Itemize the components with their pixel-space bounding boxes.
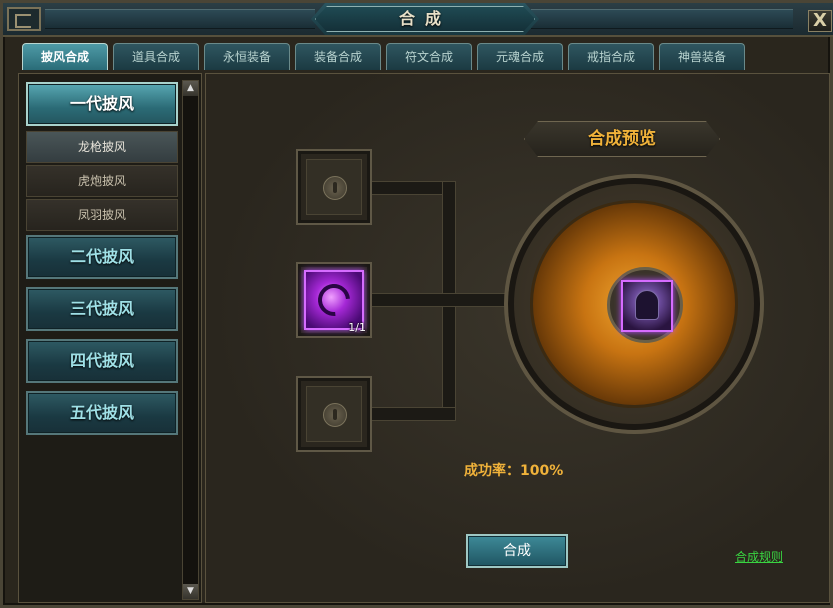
result-slot[interactable] [607,267,683,343]
locked-material-slot [296,149,372,225]
category-gen4-cloak[interactable]: 四代披风 [26,339,178,383]
corner-ornament-icon [7,7,41,31]
material-count: 1/1 [348,321,366,334]
tab-soul-synthesis[interactable]: 元魂合成 [477,43,563,70]
category-gen1-cloak[interactable]: 一代披风 [26,82,178,126]
category-gen3-cloak[interactable]: 三代披风 [26,287,178,331]
slot-inner [306,386,362,442]
synthesis-window: 合成 X 披风合成 道具合成 永恒装备 装备合成 符文合成 元魂合成 戒指合成 … [0,0,833,608]
lock-icon [323,403,347,427]
tab-equipment-synthesis[interactable]: 装备合成 [295,43,381,70]
title-bar: 合成 X [3,3,833,37]
sub-item-tiger-cannon-cloak[interactable]: 虎炮披风 [26,165,178,197]
connector-line [371,407,456,421]
lock-icon [323,176,347,200]
synthesis-panel: 1/1 合成预览 成功率：100% 合成 合成规则 [205,73,830,603]
synthesis-rules-link[interactable]: 合成规则 [735,548,783,565]
material-slot[interactable]: 1/1 [296,262,372,338]
tab-ring-synthesis[interactable]: 戒指合成 [568,43,654,70]
close-button[interactable]: X [808,10,832,32]
category-gen5-cloak[interactable]: 五代披风 [26,391,178,435]
sub-item-dragon-spear-cloak[interactable]: 龙枪披风 [26,131,178,163]
success-rate: 成功率：100% [464,463,564,479]
scroll-down-arrow-icon[interactable]: ▼ [183,584,198,599]
hood-shape [635,290,659,320]
locked-material-slot [296,376,372,452]
tab-divine-beast-equipment[interactable]: 神兽装备 [659,43,745,70]
window-title: 合成 [398,9,451,28]
connector-line [371,293,511,307]
preview-title: 合成预览 [588,129,656,149]
title-strip-right [531,9,793,29]
hooded-cloak-icon[interactable] [621,280,673,332]
tab-rune-synthesis[interactable]: 符文合成 [386,43,472,70]
tab-item-synthesis[interactable]: 道具合成 [113,43,199,70]
category-sidebar: 一代披风 龙枪披风 虎炮披风 凤羽披风 二代披风 三代披风 四代披风 五代披风 … [18,73,202,603]
tab-eternal-equipment[interactable]: 永恒装备 [204,43,290,70]
sub-item-phoenix-feather-cloak[interactable]: 凤羽披风 [26,199,178,231]
swirl-shape [311,277,357,323]
scroll-up-arrow-icon[interactable]: ▲ [183,81,198,96]
slot-inner [306,159,362,215]
result-ring [504,174,764,434]
tab-cloak-synthesis[interactable]: 披风合成 [22,43,108,70]
combine-button[interactable]: 合成 [466,534,568,568]
category-gen2-cloak[interactable]: 二代披风 [26,235,178,279]
title-strip-left [45,9,315,29]
sidebar-scrollbar[interactable]: ▲ ▼ [182,80,199,600]
result-ring-glow [530,200,738,408]
